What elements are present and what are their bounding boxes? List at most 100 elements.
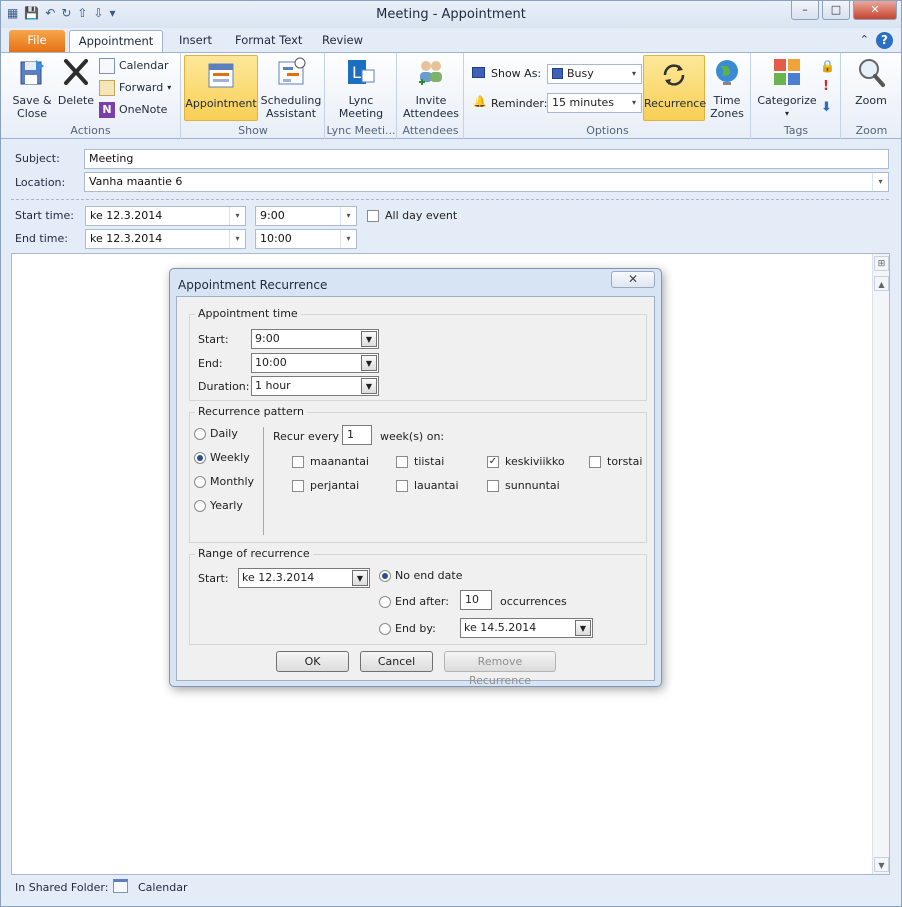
tab-insert[interactable]: Insert <box>167 30 224 53</box>
onenote-button[interactable]: N OneNote <box>99 100 167 120</box>
group-attendees: Invite Attendees Attendees <box>398 53 464 139</box>
chevron-down-icon[interactable]: ▼ <box>575 620 591 636</box>
zoom-button[interactable]: Zoom <box>848 56 894 107</box>
start-date-picker[interactable]: ke 12.3.2014 ▾ <box>85 206 246 226</box>
radio-monthly[interactable]: Monthly <box>194 475 254 488</box>
all-day-checkbox[interactable]: All day event <box>367 209 457 222</box>
appointment-time-group: Appointment time Start: 9:00 ▼ End: 10:0… <box>189 307 647 401</box>
invite-attendees-button[interactable]: Invite Attendees <box>401 56 461 120</box>
ribbon-tabs: File Appointment Insert Format Text Revi… <box>1 28 901 53</box>
scroll-up-button[interactable]: ▲ <box>874 276 889 291</box>
cancel-button[interactable]: Cancel <box>360 651 433 672</box>
close-button[interactable]: ✕ <box>853 1 897 20</box>
shared-folder-label: In Shared Folder: <box>15 881 109 894</box>
scheduling-assistant-button[interactable]: Scheduling Assistant <box>260 56 322 120</box>
radio-end-by[interactable]: End by: <box>379 622 436 635</box>
tab-review[interactable]: Review <box>310 30 375 53</box>
tab-file[interactable]: File <box>9 30 65 53</box>
calendar-button[interactable]: Calendar <box>99 56 168 76</box>
appt-duration-select[interactable]: 1 hour ▼ <box>251 376 379 396</box>
reminder-bell-icon: 🔔 <box>473 95 487 108</box>
chevron-down-icon: ▾ <box>631 98 636 107</box>
categorize-button[interactable]: Categorize ▾ <box>756 56 818 120</box>
end-by-picker[interactable]: ke 14.5.2014 ▼ <box>460 618 593 638</box>
tab-format-text[interactable]: Format Text <box>223 30 314 53</box>
range-start-picker[interactable]: ke 12.3.2014 ▼ <box>238 568 370 588</box>
start-time-select[interactable]: 9:00 ▾ <box>255 206 357 226</box>
minimize-button[interactable]: – <box>791 1 819 20</box>
dialog-close-button[interactable]: ✕ <box>611 271 655 288</box>
radio-daily[interactable]: Daily <box>194 427 238 440</box>
tab-appointment[interactable]: Appointment <box>69 30 163 53</box>
location-label: Location: <box>15 176 66 189</box>
help-icon[interactable]: ? <box>876 32 893 49</box>
group-label-lync: Lync Meeti... <box>326 124 396 137</box>
forward-button[interactable]: Forward ▾ <box>99 78 171 98</box>
recurrence-dialog: Appointment Recurrence ✕ Appointment tim… <box>169 268 662 687</box>
subject-label: Subject: <box>15 152 60 165</box>
recur-every-label: Recur every <box>273 430 340 443</box>
ruler-toggle-icon[interactable]: ⊞ <box>874 256 889 271</box>
chevron-down-icon[interactable]: ▾ <box>872 173 888 191</box>
day-checkbox-tue[interactable]: tiistai <box>396 455 444 468</box>
vertical-scrollbar[interactable]: ⊞ ▲ ▼ <box>872 254 889 874</box>
group-show: Appointment Scheduling Assistant Show <box>182 53 325 139</box>
chevron-down-icon[interactable]: ▾ <box>340 207 356 225</box>
onenote-icon: N <box>99 102 115 118</box>
chevron-down-icon[interactable]: ▾ <box>229 207 245 225</box>
delete-button[interactable]: Delete <box>55 56 97 107</box>
chevron-down-icon[interactable]: ▼ <box>361 378 377 394</box>
appt-start-select[interactable]: 9:00 ▼ <box>251 329 379 349</box>
appt-start-label: Start: <box>198 333 229 346</box>
weeks-on-label: week(s) on: <box>380 430 445 443</box>
ok-button[interactable]: OK <box>276 651 349 672</box>
day-checkbox-fri[interactable]: perjantai <box>292 479 359 492</box>
chevron-down-icon[interactable]: ▼ <box>352 570 368 586</box>
radio-end-after[interactable]: End after: <box>379 595 449 608</box>
location-input[interactable]: Vanha maantie 6 ▾ <box>84 172 889 192</box>
group-label-attendees: Attendees <box>402 124 459 137</box>
radio-no-end-date[interactable]: No end date <box>379 569 462 582</box>
recur-every-input[interactable]: 1 <box>342 425 372 445</box>
subject-input[interactable]: Meeting <box>84 149 889 169</box>
day-checkbox-sun[interactable]: sunnuntai <box>487 479 560 492</box>
chevron-down-icon[interactable]: ▼ <box>361 331 377 347</box>
remove-recurrence-button[interactable]: Remove Recurrence <box>444 651 556 687</box>
svg-text:L: L <box>352 63 361 82</box>
maximize-button[interactable]: □ <box>822 1 850 20</box>
high-importance-icon[interactable]: ! <box>823 79 829 94</box>
lync-icon: L <box>348 60 375 84</box>
reminder-select[interactable]: 15 minutes ▾ <box>547 93 642 113</box>
chevron-down-icon[interactable]: ▾ <box>340 230 356 248</box>
day-checkbox-wed[interactable]: ✓ keskiviikko <box>487 455 565 468</box>
reminder-label: Reminder: <box>491 97 548 110</box>
time-zones-button[interactable]: Time Zones <box>706 56 748 120</box>
radio-yearly[interactable]: Yearly <box>194 499 243 512</box>
end-time-select[interactable]: 10:00 ▾ <box>255 229 357 249</box>
occurrences-input[interactable]: 10 <box>460 590 492 610</box>
chevron-down-icon[interactable]: ▾ <box>229 230 245 248</box>
day-checkbox-mon[interactable]: maanantai <box>292 455 369 468</box>
private-lock-icon[interactable]: 🔒 <box>820 59 835 73</box>
day-checkbox-sat[interactable]: lauantai <box>396 479 459 492</box>
group-label-tags: Tags <box>783 124 809 137</box>
day-checkbox-thu[interactable]: torstai <box>589 455 642 468</box>
forward-icon <box>99 80 115 96</box>
collapse-ribbon-icon[interactable]: ⌃ <box>860 33 869 46</box>
group-options: Show As: Busy ▾ 🔔 Reminder: 15 minutes ▾… <box>465 53 751 139</box>
scroll-down-button[interactable]: ▼ <box>874 857 889 872</box>
save-close-button[interactable]: Save & Close <box>9 56 55 120</box>
dialog-content: Appointment time Start: 9:00 ▼ End: 10:0… <box>176 296 655 687</box>
busy-color-icon <box>552 68 563 79</box>
end-date-picker[interactable]: ke 12.3.2014 ▾ <box>85 229 246 249</box>
low-importance-icon[interactable]: ⬇ <box>821 100 832 115</box>
show-as-select[interactable]: Busy ▾ <box>547 64 642 84</box>
group-label-options: Options <box>586 124 629 137</box>
appt-duration-label: Duration: <box>198 380 250 393</box>
appointment-view-button[interactable]: Appointment <box>184 55 258 121</box>
recurrence-button[interactable]: Recurrence <box>643 55 706 121</box>
appt-end-select[interactable]: 10:00 ▼ <box>251 353 379 373</box>
radio-weekly[interactable]: Weekly <box>194 451 250 464</box>
lync-meeting-button[interactable]: L Lync Meeting <box>330 56 392 120</box>
chevron-down-icon[interactable]: ▼ <box>361 355 377 371</box>
